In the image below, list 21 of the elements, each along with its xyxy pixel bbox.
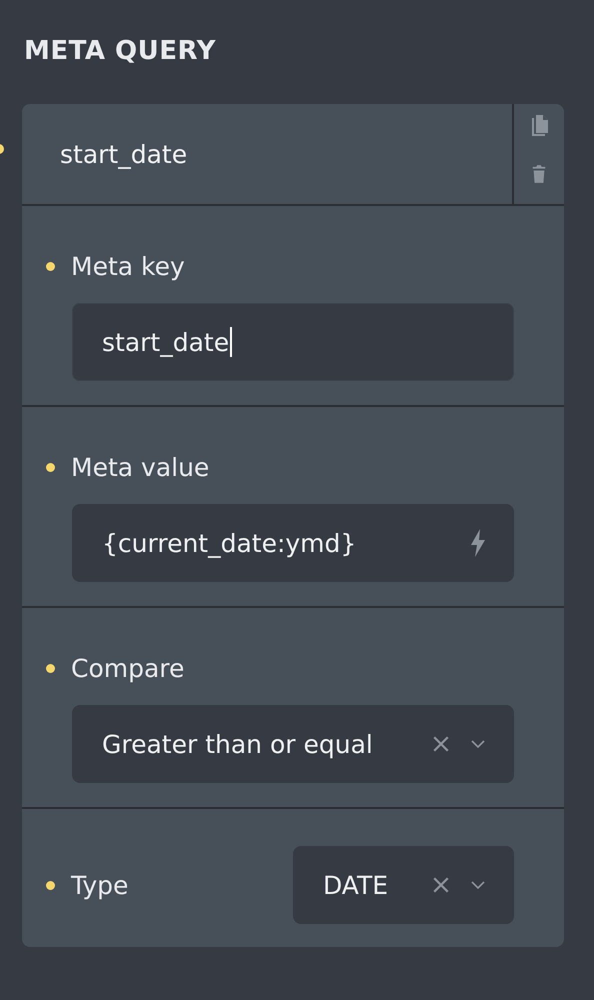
status-dot-icon <box>46 880 55 890</box>
status-dot-icon <box>46 664 55 673</box>
status-dot-icon <box>46 262 55 271</box>
panel-heading: META QUERY <box>23 35 217 68</box>
lightning-icon[interactable] <box>470 529 486 557</box>
clear-icon[interactable] <box>432 876 450 894</box>
copy-icon[interactable] <box>529 114 549 138</box>
select-field[interactable]: Greater than or equal <box>72 705 514 783</box>
field-label: Type <box>71 870 128 900</box>
input-field[interactable]: {current_date:ymd} <box>72 504 514 582</box>
field-label: Meta value <box>71 453 210 482</box>
status-dot-icon <box>46 463 55 472</box>
field-label: Meta key <box>71 252 185 281</box>
clear-icon[interactable] <box>432 735 450 753</box>
trash-icon[interactable] <box>531 164 547 184</box>
query-title[interactable]: start_date <box>22 104 512 204</box>
input-field[interactable]: start_date <box>72 303 514 381</box>
field-label: Compare <box>71 654 184 683</box>
select-field[interactable]: DATE <box>293 846 514 924</box>
caret-icon[interactable] <box>470 880 486 890</box>
caret-icon[interactable] <box>470 739 486 749</box>
